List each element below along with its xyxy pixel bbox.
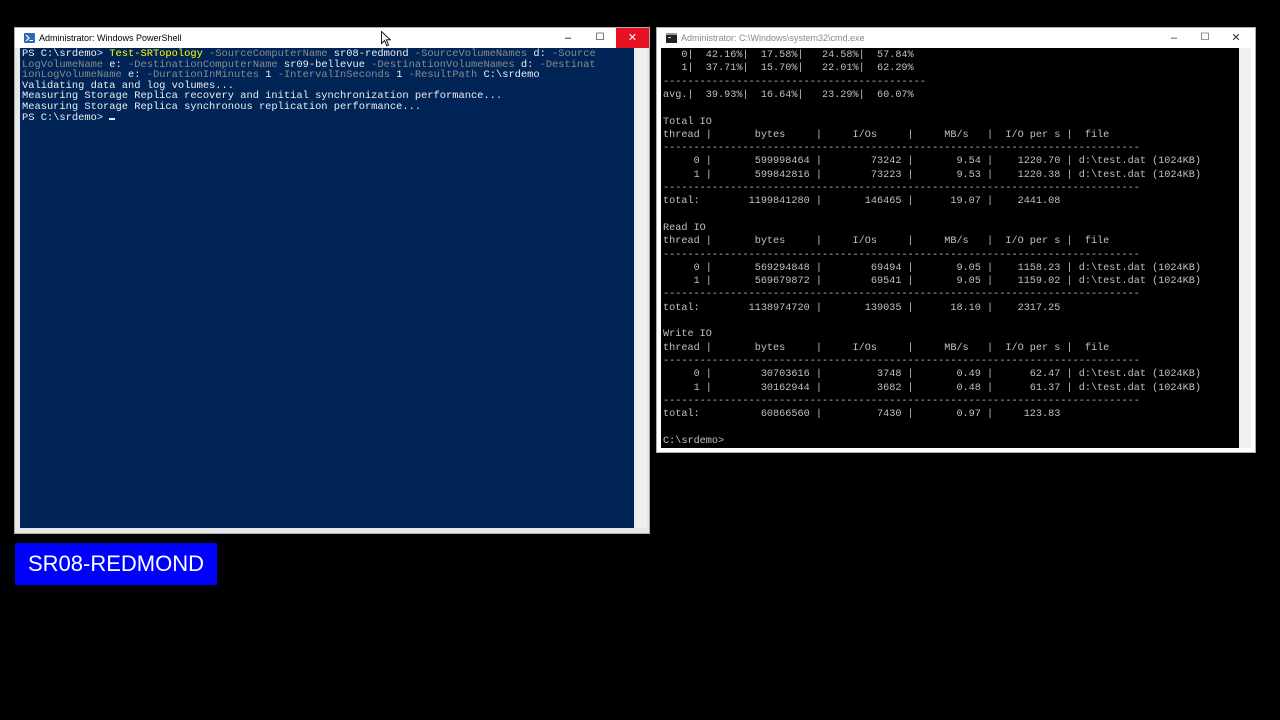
machine-label: SR08-REDMOND xyxy=(15,543,217,585)
powershell-text-segment: -IntervalInSeconds xyxy=(271,69,397,82)
cmd-title-bar[interactable]: Administrator: C:\Windows\system32\cmd.e… xyxy=(657,28,1255,48)
powershell-text-segment: -ResultPath xyxy=(402,69,484,82)
cmd-icon xyxy=(666,33,677,43)
powershell-console[interactable]: PS C:\srdemo> Test-SRTopology -SourceCom… xyxy=(20,48,634,528)
cmd-window-title: Administrator: C:\Windows\system32\cmd.e… xyxy=(681,33,865,43)
cmd-line: ----------------------------------------… xyxy=(663,355,1140,367)
cmd-line: ----------------------------------------… xyxy=(663,249,1140,261)
powershell-line: PS C:\srdemo> xyxy=(22,111,116,124)
cmd-line: 0 | 30703616 | 3748 | 0.49 | 62.47 | d:\… xyxy=(663,369,1201,381)
cmd-line: Read IO xyxy=(663,222,706,234)
cmd-line: ----------------------------------------… xyxy=(663,183,1140,194)
cmd-line: thread | bytes | I/Os | MB/s | I/O per s… xyxy=(663,342,1110,354)
mouse-pointer-icon xyxy=(381,31,391,47)
cmd-line: 1 | 30162944 | 3682 | 0.48 | 61.37 | d:\… xyxy=(663,382,1201,394)
cmd-line: C:\srdemo> xyxy=(663,435,725,447)
close-button[interactable]: ✕ xyxy=(616,28,649,48)
cmd-line: ----------------------------------------… xyxy=(663,143,1140,155)
cmd-line: Total IO xyxy=(663,116,712,128)
powershell-text-segment: PS C:\srdemo> xyxy=(22,111,110,124)
powershell-text-segment: -Destinat xyxy=(533,58,596,71)
cmd-line: ----------------------------------------… xyxy=(663,289,1140,301)
powershell-icon xyxy=(24,33,35,43)
cmd-window[interactable]: Administrator: C:\Windows\system32\cmd.e… xyxy=(656,27,1256,453)
cmd-line: thread | bytes | I/Os | MB/s | I/O per s… xyxy=(663,129,1110,141)
cmd-line: ----------------------------------------… xyxy=(663,76,926,88)
cmd-line: 1 | 599842816 | 73223 | 9.53 | 1220.38 |… xyxy=(663,169,1201,181)
cmd-line: avg.| 39.93%| 16.64%| 23.29%| 60.07% xyxy=(663,89,914,101)
cmd-scrollbar[interactable] xyxy=(1239,48,1251,448)
maximize-button[interactable]: ☐ xyxy=(1190,28,1220,48)
cmd-console[interactable]: 0| 42.16%| 17.58%| 24.58%| 57.84% 1| 37.… xyxy=(661,48,1239,448)
cmd-line: total: 1138974720 | 139035 | 18.10 | 231… xyxy=(663,302,1061,314)
cmd-line: 1 | 569679872 | 69541 | 9.05 | 1159.02 |… xyxy=(663,276,1201,288)
maximize-button[interactable]: ☐ xyxy=(585,28,615,48)
cmd-line: 0 | 569294848 | 69494 | 9.05 | 1158.23 |… xyxy=(663,262,1201,274)
cmd-line: 1| 37.71%| 15.70%| 22.01%| 62.29% xyxy=(663,63,914,75)
powershell-window-title: Administrator: Windows PowerShell xyxy=(39,33,182,43)
powershell-window[interactable]: Administrator: Windows PowerShell – ☐ ✕ … xyxy=(14,27,650,534)
cmd-line: Write IO xyxy=(663,329,712,341)
cmd-line: 0| 42.16%| 17.58%| 24.58%| 57.84% xyxy=(663,50,914,61)
cmd-line: ----------------------------------------… xyxy=(663,395,1140,407)
powershell-text-segment: C:\srdemo xyxy=(483,69,540,82)
close-button[interactable]: ✕ xyxy=(1221,28,1251,48)
powershell-title-bar[interactable]: Administrator: Windows PowerShell – ☐ ✕ xyxy=(15,28,649,48)
minimize-button[interactable]: – xyxy=(553,28,583,48)
powershell-scrollbar[interactable] xyxy=(636,48,647,528)
cmd-line: total: 60866560 | 7430 | 0.97 | 123.83 xyxy=(663,409,1061,421)
cmd-line: total: 1199841280 | 146465 | 19.07 | 244… xyxy=(663,196,1061,208)
minimize-button[interactable]: – xyxy=(1159,28,1189,48)
cmd-line: 0 | 599998464 | 73242 | 9.54 | 1220.70 |… xyxy=(663,156,1201,168)
text-cursor xyxy=(109,117,116,120)
cmd-line: thread | bytes | I/Os | MB/s | I/O per s… xyxy=(663,236,1110,248)
